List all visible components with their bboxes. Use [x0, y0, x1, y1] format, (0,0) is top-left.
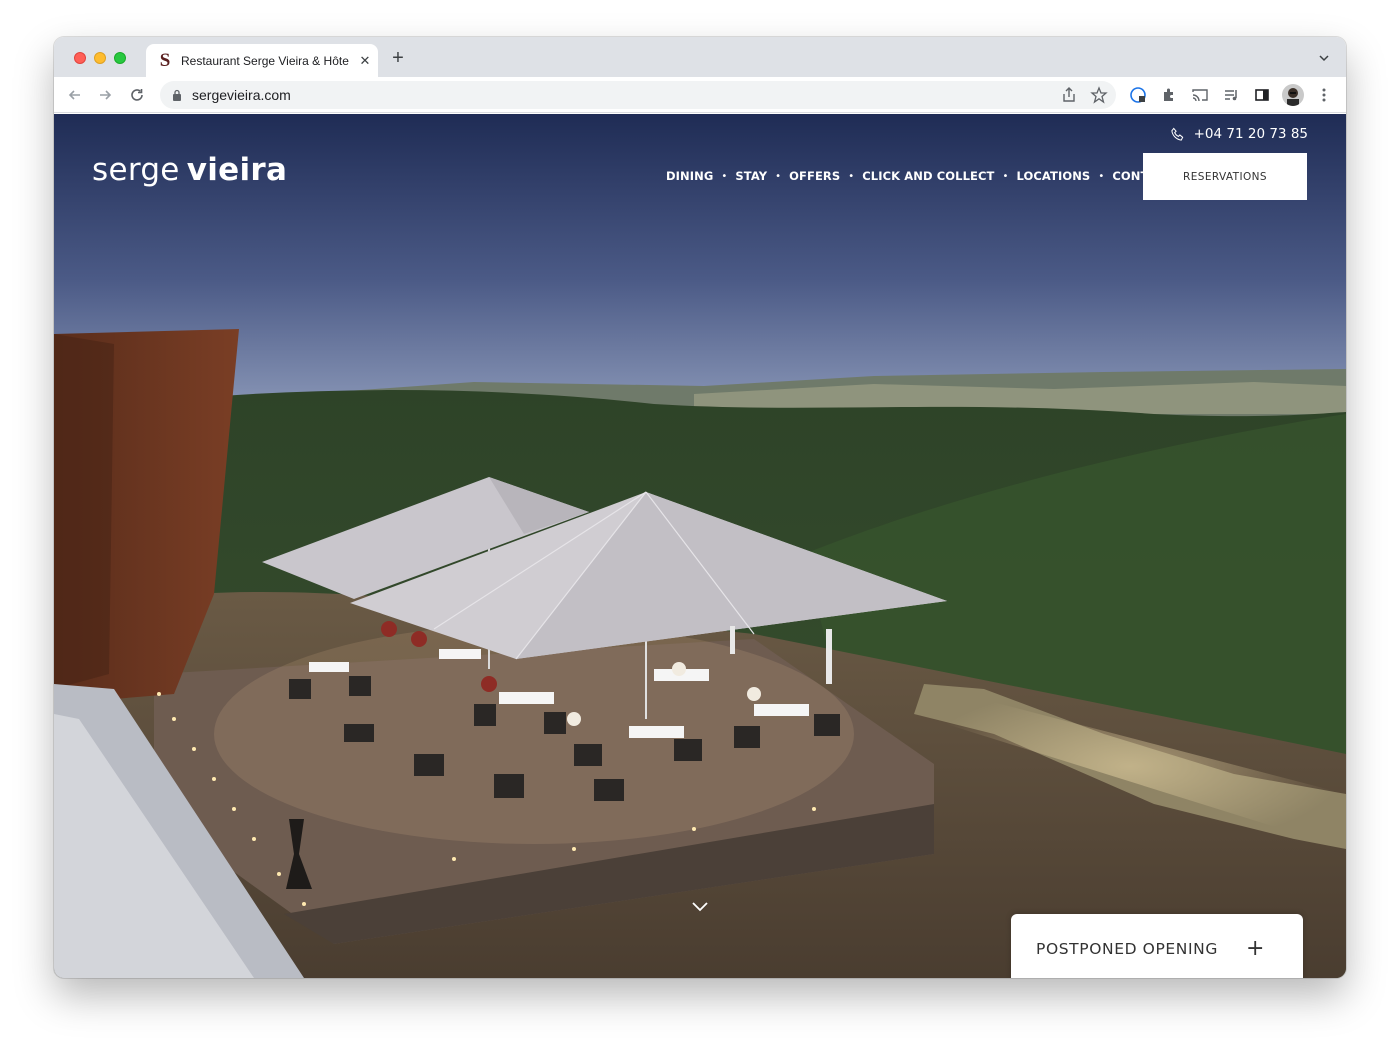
reservations-button[interactable]: RESERVATIONS [1143, 153, 1307, 200]
favicon-icon: S [159, 49, 171, 71]
hero-section: +04 71 20 73 85 serge vieira DINING • STA… [54, 114, 1346, 978]
url-text: sergevieira.com [192, 87, 291, 103]
postponed-opening-label: POSTPONED OPENING [1036, 940, 1218, 958]
lock-icon [173, 89, 181, 101]
nav-locations[interactable]: LOCATIONS [1016, 169, 1090, 183]
nav-separator: • [721, 170, 728, 182]
reload-icon[interactable] [126, 84, 148, 106]
password-manager-icon[interactable] [1127, 84, 1149, 106]
site-logo[interactable]: serge vieira [92, 152, 287, 188]
bookmark-star-icon[interactable] [1090, 86, 1108, 104]
hero-photo [54, 114, 1346, 978]
address-bar[interactable]: sergevieira.com [160, 81, 1116, 109]
profile-avatar[interactable] [1282, 84, 1304, 106]
media-controls-icon[interactable] [1220, 84, 1242, 106]
logo-first-name: serge [92, 152, 180, 188]
nav-separator: • [775, 170, 782, 182]
main-nav: DINING • STAY • OFFERS • CLICK AND COLLE… [666, 169, 1173, 183]
nav-stay[interactable]: STAY [735, 169, 767, 183]
nav-separator: • [848, 170, 855, 182]
tab-search-icon[interactable] [1318, 52, 1330, 64]
chevron-down-icon [692, 902, 708, 912]
postponed-opening-panel[interactable]: POSTPONED OPENING + [1011, 914, 1303, 978]
tab-title: Restaurant Serge Vieira & Hôte [181, 53, 349, 68]
extensions-icon[interactable] [1158, 84, 1180, 106]
close-tab-icon[interactable]: ✕ [358, 53, 372, 69]
expand-icon[interactable]: + [1246, 938, 1264, 960]
browser-menu-icon[interactable] [1313, 84, 1335, 106]
phone-contact[interactable]: +04 71 20 73 85 [1170, 126, 1308, 142]
nav-offers[interactable]: OFFERS [789, 169, 840, 183]
browser-window: S Restaurant Serge Vieira & Hôte ✕ + ser… [54, 37, 1346, 978]
nav-dining[interactable]: DINING [666, 169, 713, 183]
phone-icon [1170, 127, 1183, 141]
nav-separator: • [1098, 170, 1105, 182]
nav-separator: • [1002, 170, 1009, 182]
browser-toolbar: sergevieira.com [54, 77, 1346, 113]
maximize-window-button[interactable] [114, 52, 126, 64]
side-panel-icon[interactable] [1251, 84, 1273, 106]
back-icon[interactable] [64, 84, 86, 106]
scroll-down-button[interactable] [680, 890, 720, 924]
share-icon[interactable] [1060, 86, 1078, 104]
minimize-window-button[interactable] [94, 52, 106, 64]
forward-icon[interactable] [94, 84, 116, 106]
cast-icon[interactable] [1189, 84, 1211, 106]
close-window-button[interactable] [74, 52, 86, 64]
nav-click-and-collect[interactable]: CLICK AND COLLECT [862, 169, 994, 183]
new-tab-button[interactable]: + [388, 48, 408, 68]
browser-tab[interactable]: S Restaurant Serge Vieira & Hôte ✕ [146, 44, 378, 77]
tab-strip: S Restaurant Serge Vieira & Hôte ✕ + [54, 37, 1346, 77]
logo-last-name: vieira [186, 152, 288, 188]
phone-number: +04 71 20 73 85 [1193, 126, 1308, 142]
